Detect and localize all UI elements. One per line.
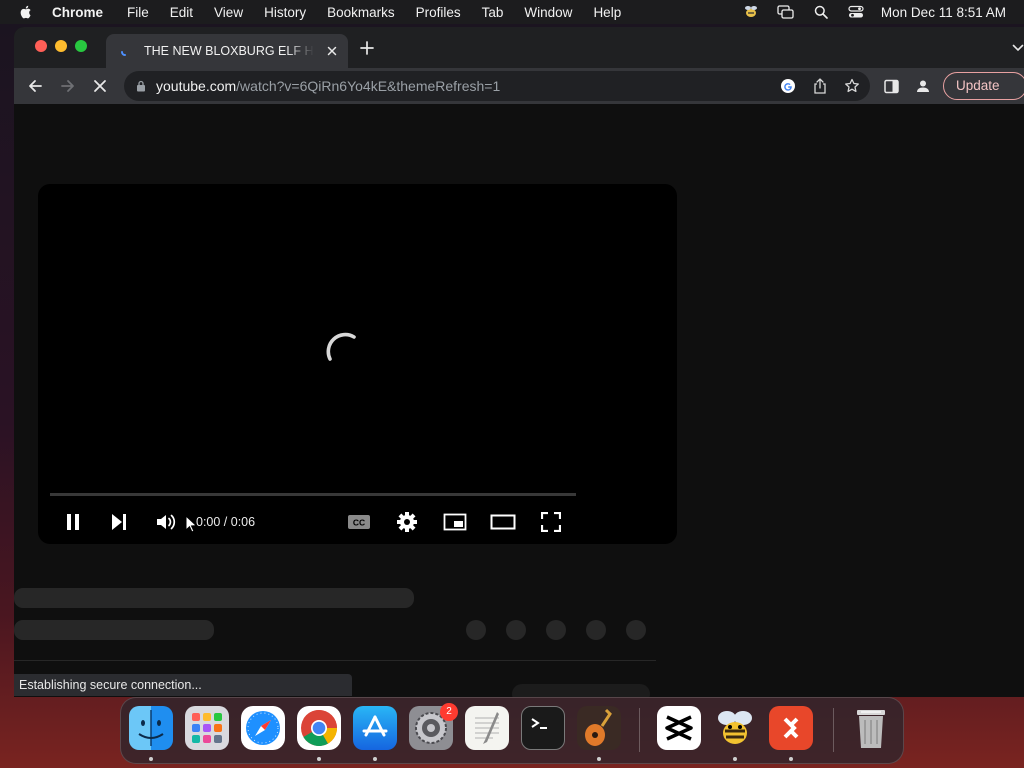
stop-loading-icon[interactable] [91, 77, 109, 95]
menu-app-name[interactable]: Chrome [52, 5, 103, 20]
dock [120, 697, 904, 764]
google-lens-icon[interactable] [780, 78, 796, 94]
tab-loading-icon [120, 46, 130, 56]
menu-bookmarks[interactable]: Bookmarks [327, 5, 395, 20]
dock-garageband-icon[interactable] [577, 706, 621, 750]
dock-chrome-icon[interactable] [297, 706, 341, 750]
dock-finder-icon[interactable] [129, 706, 173, 750]
menu-bar: Chrome File Edit View History Bookmarks … [0, 0, 1024, 24]
lock-icon[interactable] [136, 80, 146, 92]
dock-app-store-icon[interactable] [353, 706, 397, 750]
settings-gear-icon[interactable] [394, 509, 420, 535]
menu-bar-clock[interactable]: Mon Dec 11 8:51 AM [881, 5, 1006, 20]
dock-finder-running-dot [149, 757, 153, 761]
dock-bee-app-icon[interactable] [713, 706, 757, 750]
captions-icon[interactable]: CC [346, 509, 372, 535]
menu-view[interactable]: View [214, 5, 243, 20]
settings-notification-badge: 2 [440, 703, 458, 721]
dock-separator [639, 708, 640, 752]
dock-launchpad-icon[interactable] [185, 706, 229, 750]
dock-app-store-running-dot [373, 757, 377, 761]
svg-text:CC: CC [353, 518, 365, 528]
action-skeleton-2 [506, 620, 526, 640]
pause-icon[interactable] [60, 509, 86, 535]
update-button[interactable]: Update [943, 72, 1024, 100]
menu-history[interactable]: History [264, 5, 306, 20]
loading-spinner-icon [326, 332, 356, 361]
dock-garageband-running-dot [597, 757, 601, 761]
action-skeleton-5 [626, 620, 646, 640]
button-skeleton [512, 684, 650, 697]
dock-terminal-icon[interactable] [521, 706, 565, 750]
miniplayer-icon[interactable] [442, 509, 468, 535]
action-skeleton-1 [466, 620, 486, 640]
status-bubble: Establishing secure connection... [14, 674, 352, 696]
tab-active[interactable]: THE NEW BLOXBURG ELF HUNT [106, 34, 348, 68]
action-skeleton-3 [546, 620, 566, 640]
volume-icon[interactable] [153, 509, 179, 535]
dock-safari-icon[interactable] [241, 706, 285, 750]
menu-tab[interactable]: Tab [482, 5, 504, 20]
menu-profiles[interactable]: Profiles [416, 5, 461, 20]
url-path: /watch?v=6QiRn6Yo4kE&themeRefresh=1 [236, 78, 501, 94]
menu-help[interactable]: Help [593, 5, 621, 20]
new-tab-icon[interactable] [360, 41, 374, 55]
video-player[interactable]: 0:00 / 0:06 CC [38, 184, 677, 544]
dock-remote-desktop-icon[interactable] [769, 706, 813, 750]
menu-edit[interactable]: Edit [170, 5, 193, 20]
channel-skeleton [14, 620, 214, 640]
back-arrow-icon[interactable] [26, 77, 44, 95]
video-time-display: 0:00 / 0:06 [196, 515, 256, 529]
browser-window: THE NEW BLOXBURG ELF HUNT youtube.com/wa… [14, 27, 1024, 697]
address-bar[interactable]: youtube.com/watch?v=6QiRn6Yo4kE&themeRef… [124, 71, 870, 101]
forward-arrow-icon[interactable] [59, 77, 77, 95]
control-center-icon[interactable] [847, 4, 865, 20]
dock-textedit-icon[interactable] [465, 706, 509, 750]
progress-bar[interactable] [50, 493, 576, 496]
dock-capcut-icon[interactable] [657, 706, 701, 750]
zoom-window-button[interactable] [75, 40, 87, 52]
share-icon[interactable] [812, 78, 828, 94]
close-window-button[interactable] [35, 40, 47, 52]
profile-avatar-icon[interactable] [914, 77, 932, 95]
theater-mode-icon[interactable] [490, 509, 516, 535]
apple-menu-icon[interactable] [18, 4, 34, 20]
bookmark-star-icon[interactable] [844, 78, 860, 94]
screen-mirroring-icon[interactable] [777, 4, 795, 20]
minimize-window-button[interactable] [55, 40, 67, 52]
side-panel-icon[interactable] [882, 77, 900, 95]
dock-chrome-running-dot [317, 757, 321, 761]
youtube-page: 0:00 / 0:06 CC [14, 104, 1024, 697]
tab-close-icon[interactable] [326, 45, 338, 57]
tab-strip: THE NEW BLOXBURG ELF HUNT [14, 27, 1024, 68]
browser-toolbar: youtube.com/watch?v=6QiRn6Yo4kE&themeRef… [14, 68, 1024, 104]
dock-bee-app-running-dot [733, 757, 737, 761]
menu-file[interactable]: File [127, 5, 149, 20]
tab-title: THE NEW BLOXBURG ELF HUNT [144, 44, 314, 58]
mouse-cursor-icon [185, 515, 197, 533]
content-divider [14, 660, 656, 661]
action-skeleton-4 [586, 620, 606, 640]
menu-window[interactable]: Window [524, 5, 572, 20]
dock-trash-icon[interactable] [849, 706, 893, 750]
spotlight-search-icon[interactable] [812, 4, 830, 20]
dock-remote-desktop-running-dot [789, 757, 793, 761]
tab-search-chevron-icon[interactable] [1012, 43, 1024, 53]
url-host: youtube.com [156, 78, 237, 94]
title-skeleton [14, 588, 414, 608]
fullscreen-icon[interactable] [538, 509, 564, 535]
next-video-icon[interactable] [106, 509, 132, 535]
url-text[interactable]: youtube.com/watch?v=6QiRn6Yo4kE&themeRef… [156, 78, 500, 94]
bee-status-icon[interactable] [742, 4, 760, 20]
dock-separator-trash [833, 708, 834, 752]
